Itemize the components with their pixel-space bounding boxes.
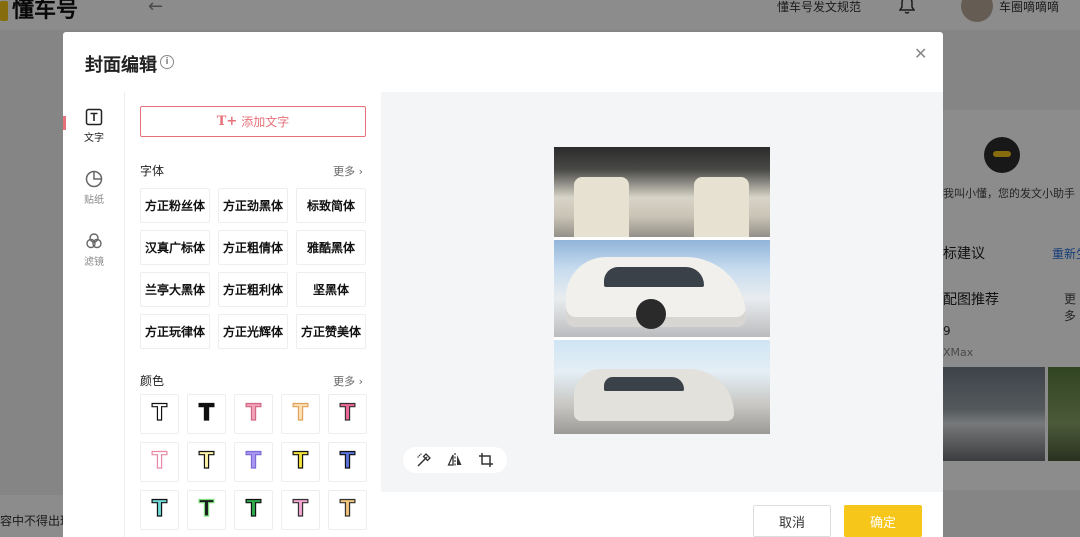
color-style-option[interactable]: T (328, 490, 367, 530)
color-style-glyph: T (292, 449, 308, 474)
font-option[interactable]: 雅酷黑体 (296, 230, 366, 265)
sticker-icon (85, 170, 103, 188)
color-style-glyph: T (198, 449, 214, 474)
color-style-option[interactable]: T (140, 442, 179, 482)
color-style-option[interactable]: T (281, 442, 320, 482)
color-style-option[interactable]: T (234, 442, 273, 482)
photo-divider (554, 337, 770, 340)
color-style-option[interactable]: T (140, 394, 179, 434)
info-icon[interactable]: i (160, 55, 174, 69)
cover-photo-interior (554, 147, 770, 239)
cover-edit-modal: 封面编辑 i ✕ 文字 贴纸 滤镜 T+ 添加文字 字体 更多 › 方正粉丝体 … (63, 32, 943, 537)
font-option[interactable]: 兰亭大黑体 (140, 272, 210, 307)
tab-filter[interactable]: 滤镜 (63, 232, 125, 268)
tab-label: 贴纸 (84, 195, 104, 206)
color-style-option[interactable]: T (328, 442, 367, 482)
color-style-option[interactable]: T (281, 490, 320, 530)
cover-photo-front (554, 339, 770, 434)
color-style-glyph: T (292, 497, 308, 522)
color-style-option[interactable]: T (140, 490, 179, 530)
tab-sticker[interactable]: 贴纸 (63, 170, 125, 206)
font-option[interactable]: 方正赞美体 (296, 314, 366, 349)
text-icon (85, 108, 103, 126)
color-style-glyph: T (151, 497, 167, 522)
font-option[interactable]: 方正光辉体 (218, 314, 288, 349)
cancel-button[interactable]: 取消 (753, 505, 831, 537)
tab-label: 滤镜 (84, 257, 104, 268)
tab-label: 文字 (84, 133, 104, 144)
color-style-glyph: T (245, 449, 261, 474)
cover-image[interactable] (554, 147, 770, 434)
image-toolbar (403, 447, 507, 473)
add-text-label: 添加文字 (241, 115, 290, 129)
magic-edit-icon[interactable] (415, 451, 433, 469)
font-option[interactable]: 标致简体 (296, 188, 366, 223)
canvas-area (381, 92, 943, 492)
font-option[interactable]: 方正粗倩体 (218, 230, 288, 265)
filter-icon (85, 232, 103, 250)
font-more-link[interactable]: 更多 › (333, 163, 363, 179)
color-style-option[interactable]: T (328, 394, 367, 434)
color-style-glyph: T (339, 401, 355, 426)
font-option[interactable]: 方正劲黑体 (218, 188, 288, 223)
confirm-button[interactable]: 确定 (844, 505, 922, 537)
color-style-glyph: T (151, 449, 167, 474)
edit-tabs: 文字 贴纸 滤镜 (63, 92, 125, 537)
font-option[interactable]: 方正粉丝体 (140, 188, 210, 223)
add-text-icon: T+ (216, 114, 238, 129)
color-style-glyph: T (151, 401, 167, 426)
color-section-title: 颜色 (140, 374, 165, 388)
font-grid: 方正粉丝体 方正劲黑体 标致简体汉真广标体 方正粗倩体 雅酷黑体兰亭大黑体 方正粗利体 坚黑… (140, 188, 366, 349)
color-style-option[interactable]: T (234, 490, 273, 530)
close-icon[interactable]: ✕ (914, 44, 927, 63)
color-style-option[interactable]: T (187, 442, 226, 482)
font-option[interactable]: 汉真广标体 (140, 230, 210, 265)
crop-icon[interactable] (477, 451, 495, 469)
color-style-glyph: T (339, 449, 355, 474)
photo-divider (554, 237, 770, 240)
color-more-link[interactable]: 更多 › (333, 373, 363, 389)
font-option[interactable]: 方正粗利体 (218, 272, 288, 307)
color-style-glyph: T (198, 401, 214, 426)
color-style-option[interactable]: T (234, 394, 273, 434)
color-grid: TTTTTTTTTTTTTTT (140, 394, 367, 530)
color-style-option[interactable]: T (187, 490, 226, 530)
color-style-option[interactable]: T (187, 394, 226, 434)
font-option[interactable]: 方正玩律体 (140, 314, 210, 349)
color-style-glyph: T (245, 401, 261, 426)
text-settings-panel: T+ 添加文字 字体 更多 › 方正粉丝体 方正劲黑体 标致简体汉真广标体 方正粗倩体… (125, 92, 379, 537)
flip-icon[interactable] (446, 451, 464, 469)
font-option[interactable]: 坚黑体 (296, 272, 366, 307)
cover-photo-side (554, 239, 770, 339)
add-text-button[interactable]: T+ 添加文字 (140, 106, 366, 137)
car-shape (566, 257, 746, 329)
tab-text[interactable]: 文字 (63, 108, 125, 144)
modal-footer: 取消 确定 (381, 492, 943, 537)
color-style-glyph: T (245, 497, 261, 522)
color-style-option[interactable]: T (281, 394, 320, 434)
color-style-glyph: T (339, 497, 355, 522)
font-section-title: 字体 (140, 164, 165, 178)
color-style-glyph: T (198, 497, 214, 522)
color-style-glyph: T (292, 401, 308, 426)
modal-title: 封面编辑 (85, 55, 157, 76)
car-shape (574, 369, 734, 421)
